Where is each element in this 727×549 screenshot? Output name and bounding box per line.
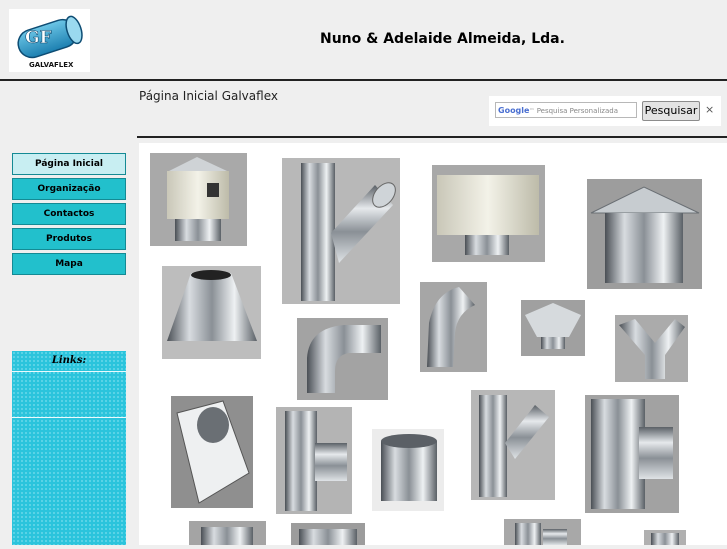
- header-divider: [0, 79, 727, 81]
- close-icon[interactable]: ×: [705, 103, 714, 116]
- company-name: Nuno & Adelaide Almeida, Lda.: [320, 31, 565, 47]
- logo-text: GF: [25, 28, 52, 48]
- links-divider: [12, 417, 126, 418]
- search-input[interactable]: Google™ Pesquisa Personalizada: [495, 102, 637, 118]
- nav-item-pagina-inicial[interactable]: Página Inicial: [12, 153, 126, 175]
- page-title: Página Inicial Galvaflex: [139, 89, 278, 103]
- galvaflex-logo[interactable]: GF GALVAFLEX: [9, 9, 90, 72]
- content-divider: [137, 136, 727, 138]
- product-chimney-cowl-cylindrical[interactable]: [150, 153, 247, 246]
- product-y-branch-reducing[interactable]: [471, 390, 555, 500]
- logo-pipe-icon: GF GALVAFLEX: [17, 15, 83, 69]
- custom-search: Google™ Pesquisa Personalizada Pesquisar…: [489, 96, 721, 126]
- product-y-branch-equal[interactable]: [615, 315, 688, 382]
- product-small-rain-cap[interactable]: [521, 300, 585, 356]
- gallery-canvas: [150, 153, 702, 545]
- nav-item-produtos[interactable]: Produtos: [12, 228, 126, 250]
- product-elbow-90[interactable]: [297, 318, 388, 400]
- product-partial-1[interactable]: [189, 521, 266, 545]
- product-chinese-hat-cap[interactable]: [587, 179, 702, 289]
- sidebar-nav: Página Inicial Organização Contactos Pro…: [12, 153, 126, 278]
- product-gallery: [139, 143, 727, 545]
- product-straight-sleeve[interactable]: [372, 429, 444, 511]
- product-tee-reducing[interactable]: [585, 395, 679, 513]
- links-panel: Links:: [12, 351, 126, 545]
- product-partial-3[interactable]: [504, 519, 581, 545]
- product-tee-90[interactable]: [276, 407, 352, 514]
- product-partial-4[interactable]: [644, 530, 686, 545]
- nav-item-mapa[interactable]: Mapa: [12, 253, 126, 275]
- product-elbow-45[interactable]: [420, 282, 487, 372]
- nav-item-contactos[interactable]: Contactos: [12, 203, 126, 225]
- search-placeholder: Pesquisa Personalizada: [536, 107, 618, 115]
- links-title: Links:: [12, 351, 126, 372]
- product-y-branch-45[interactable]: [282, 158, 400, 304]
- product-square-flashing[interactable]: [171, 396, 253, 508]
- google-brand: Google: [498, 106, 530, 115]
- product-partial-2[interactable]: [291, 523, 365, 545]
- logo-caption: GALVAFLEX: [29, 61, 74, 69]
- search-button[interactable]: Pesquisar: [642, 101, 700, 121]
- nav-item-organizacao[interactable]: Organização: [12, 178, 126, 200]
- header: GF GALVAFLEX Nuno & Adelaide Almeida, Ld…: [0, 0, 727, 80]
- product-chimney-cap-cylindrical[interactable]: [432, 165, 545, 262]
- product-conical-flashing[interactable]: [162, 266, 261, 359]
